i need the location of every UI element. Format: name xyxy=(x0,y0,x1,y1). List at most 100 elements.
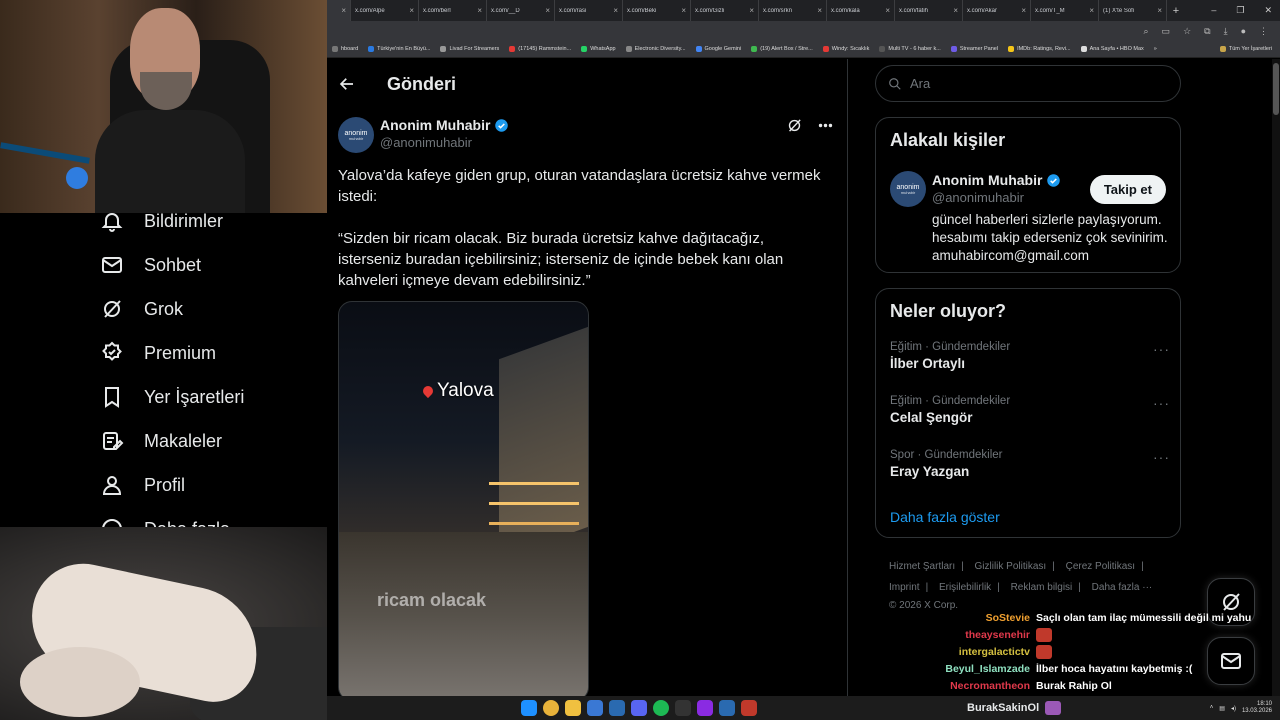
profile-icon[interactable]: ● xyxy=(1241,26,1246,36)
windows-start-icon[interactable] xyxy=(521,700,537,716)
page-scrollbar[interactable] xyxy=(1272,59,1280,696)
footer-link[interactable]: Gizlilik Politikası xyxy=(975,561,1047,572)
close-tab-icon[interactable]: × xyxy=(953,6,958,15)
author-handle[interactable]: @anonimuhabir xyxy=(380,135,509,150)
nav-premium[interactable]: Premium xyxy=(100,338,216,368)
close-tab-icon[interactable]: × xyxy=(885,6,890,15)
related-name[interactable]: Anonim Muhabir xyxy=(932,172,1042,188)
close-tab-icon[interactable]: × xyxy=(1089,6,1094,15)
close-tab-icon[interactable]: × xyxy=(545,6,550,15)
nav-articles[interactable]: Makaleler xyxy=(100,426,222,456)
trend-item[interactable]: Spor · Gündemdekiler Eray Yazgan ··· xyxy=(890,449,1170,479)
more-options-icon[interactable]: ··· xyxy=(1153,449,1170,465)
browser-tab[interactable]: x.com/srkn × xyxy=(759,0,827,21)
close-tab-icon[interactable]: × xyxy=(341,6,346,15)
browser-tab[interactable]: × xyxy=(327,0,351,21)
extensions-icon[interactable]: ⧉ xyxy=(1204,26,1210,37)
obs-icon[interactable] xyxy=(675,700,691,716)
browser-tab[interactable]: x.com/__D × xyxy=(487,0,555,21)
search-input[interactable] xyxy=(910,76,1150,91)
app-icon[interactable] xyxy=(697,700,713,716)
avatar[interactable]: anonim muhabir xyxy=(890,171,926,207)
browser-tab[interactable]: x.com/kala × xyxy=(827,0,895,21)
app-icon[interactable] xyxy=(587,700,603,716)
clock[interactable]: 18:10 13.03.2026 xyxy=(1242,701,1272,715)
maximize-icon[interactable]: ❐ xyxy=(1236,5,1244,16)
avatar[interactable]: anonim muhabir xyxy=(338,117,374,153)
app-icon[interactable] xyxy=(719,700,735,716)
all-bookmarks-button[interactable]: Tüm Yer İşaretleri xyxy=(1215,46,1280,52)
chrome-icon[interactable] xyxy=(543,700,559,716)
more-options-icon[interactable]: ··· xyxy=(1153,341,1170,357)
show-more-link[interactable]: Daha fazla göster xyxy=(890,509,1000,525)
nav-grok[interactable]: Grok xyxy=(100,294,183,324)
search-box[interactable] xyxy=(875,65,1181,102)
nav-profile[interactable]: Profil xyxy=(100,470,185,500)
file-explorer-icon[interactable] xyxy=(565,700,581,716)
browser-tab[interactable]: x.com/Beki × xyxy=(623,0,691,21)
menu-icon[interactable]: ⋮ xyxy=(1259,26,1268,37)
cast-icon[interactable]: ▭ xyxy=(1162,26,1171,37)
close-tab-icon[interactable]: × xyxy=(477,6,482,15)
bookmark-item[interactable]: Türkiye'nin En Büyü... xyxy=(363,46,435,52)
browser-tab[interactable]: x.com/berl × xyxy=(419,0,487,21)
footer-link[interactable]: Çerez Politikası xyxy=(1066,561,1135,572)
footer-link[interactable]: Erişilebilirlik xyxy=(939,582,991,593)
bookmark-item[interactable]: Multi TV - 6 haber k... xyxy=(874,46,945,52)
close-window-icon[interactable]: ✕ xyxy=(1264,5,1272,16)
tray-arrow-icon[interactable]: ˄ xyxy=(1210,705,1214,711)
discord-icon[interactable] xyxy=(631,700,647,716)
trend-item[interactable]: Eğitim · Gündemdekiler İlber Ortaylı ··· xyxy=(890,341,1170,371)
network-icon[interactable]: ▤ xyxy=(1219,705,1225,712)
bookmark-item[interactable]: Google Gemini xyxy=(691,46,747,52)
browser-tab[interactable]: x.com/Akar × xyxy=(963,0,1031,21)
close-tab-icon[interactable]: × xyxy=(817,6,822,15)
back-button[interactable] xyxy=(329,66,365,102)
trend-item[interactable]: Eğitim · Gündemdekiler Celal Şengör ··· xyxy=(890,395,1170,425)
bookmark-item[interactable]: Streamer Panel xyxy=(946,46,1003,52)
browser-tab[interactable]: (1) X'te Sofi × xyxy=(1099,0,1167,21)
close-tab-icon[interactable]: × xyxy=(613,6,618,15)
spotify-icon[interactable] xyxy=(653,700,669,716)
bookmark-item[interactable]: Ana Sayfa • HBO Max xyxy=(1076,46,1149,52)
related-handle[interactable]: @anonimuhabir xyxy=(932,190,1061,205)
close-tab-icon[interactable]: × xyxy=(1157,6,1162,15)
bookmark-item[interactable]: hboard xyxy=(327,46,363,52)
bookmark-item[interactable]: Windy: Sıcaklık xyxy=(818,46,875,52)
close-tab-icon[interactable]: × xyxy=(681,6,686,15)
minimize-icon[interactable]: – xyxy=(1211,5,1216,16)
browser-tab[interactable]: x.com/Alpe × xyxy=(351,0,419,21)
close-tab-icon[interactable]: × xyxy=(749,6,754,15)
new-tab-button[interactable]: + xyxy=(1167,5,1185,17)
browser-tab[interactable]: x.com/rasi × xyxy=(555,0,623,21)
nav-chat[interactable]: Sohbet xyxy=(100,250,201,280)
scrollbar-thumb[interactable] xyxy=(1273,63,1279,115)
steam-icon[interactable] xyxy=(609,700,625,716)
download-icon[interactable]: ⤓ xyxy=(1224,26,1228,37)
more-options-icon[interactable]: ··· xyxy=(1153,395,1170,411)
post-video[interactable]: Yalova ricam olacak xyxy=(338,301,589,696)
grok-icon[interactable] xyxy=(786,117,803,134)
bookmark-item[interactable]: Livad For Streamers xyxy=(435,46,504,52)
footer-link[interactable]: Reklam bilgisi xyxy=(1011,582,1073,593)
nav-bookmarks[interactable]: Yer İşaretleri xyxy=(100,382,244,412)
close-tab-icon[interactable]: × xyxy=(409,6,414,15)
zoom-icon[interactable]: ⌕ xyxy=(1144,26,1149,37)
bookmark-item[interactable]: WhatsApp xyxy=(576,46,620,52)
app-icon[interactable] xyxy=(741,700,757,716)
volume-icon[interactable]: ◂) xyxy=(1231,705,1236,712)
post-author[interactable]: anonim muhabir Anonim Muhabir @anonimuha… xyxy=(338,117,509,153)
browser-tab[interactable]: x.com/fatih × xyxy=(895,0,963,21)
footer-link[interactable]: Imprint xyxy=(889,582,920,593)
bookmark-item[interactable]: Electronic Diversity... xyxy=(621,46,691,52)
bookmarks-overflow-button[interactable]: » xyxy=(1149,46,1162,52)
follow-button[interactable]: Takip et xyxy=(1089,175,1166,204)
star-icon[interactable]: ☆ xyxy=(1183,26,1191,37)
footer-link[interactable]: Hizmet Şartları xyxy=(889,561,955,572)
close-tab-icon[interactable]: × xyxy=(1021,6,1026,15)
nav-more[interactable]: Daha fazla xyxy=(100,514,230,527)
browser-tab[interactable]: x.com/T_M × xyxy=(1031,0,1099,21)
browser-tab[interactable]: x.com/Gizli × xyxy=(691,0,759,21)
nav-notifications[interactable]: Bildirimler xyxy=(100,213,223,236)
bookmark-item[interactable]: (19) Alert Box / Stre... xyxy=(746,46,818,52)
